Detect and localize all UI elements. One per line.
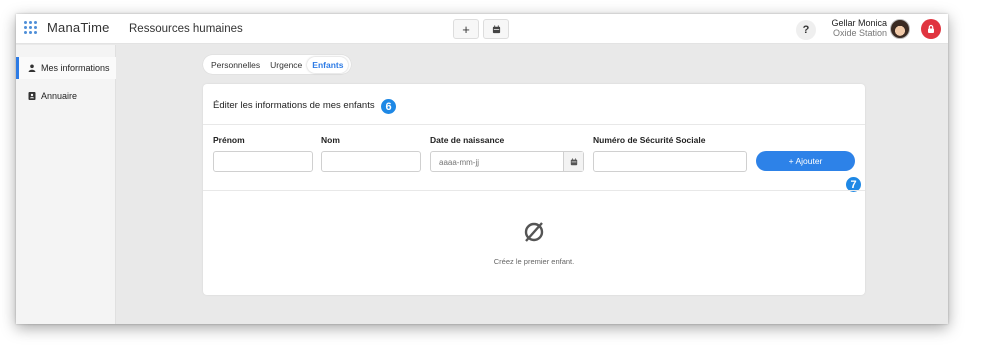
nom-label: Nom — [321, 135, 340, 145]
empty-state-text: Créez le premier enfant. — [493, 257, 575, 266]
tab-enfants[interactable]: Enfants — [307, 56, 349, 73]
step-badge-6: 6 — [380, 98, 397, 115]
tab-bar: Personnelles Urgence Enfants — [203, 55, 352, 74]
sidebar-item-label: Annuaire — [41, 91, 78, 101]
empty-set-icon — [522, 220, 546, 249]
divider — [203, 124, 865, 125]
app-window: ManaTime Ressources humaines + ? Gellar … — [16, 14, 948, 324]
prenom-field — [213, 151, 313, 172]
sidebar-item-mes-informations[interactable]: Mes informations — [16, 57, 116, 79]
date-input[interactable] — [431, 153, 583, 172]
sidebar: Mes informations Annuaire — [16, 45, 116, 324]
calendar-icon — [570, 157, 577, 165]
tab-personnelles[interactable]: Personnelles — [206, 57, 265, 73]
sidebar-item-label: Mes informations — [41, 63, 110, 73]
logo-text: ManaTime — [47, 20, 110, 35]
divider — [203, 190, 865, 191]
prenom-input[interactable] — [214, 153, 312, 172]
sidebar-item-annuaire[interactable]: Annuaire — [16, 85, 116, 107]
user-info[interactable]: Gellar Monica Oxide Station — [831, 18, 887, 38]
nom-input[interactable] — [322, 153, 420, 172]
add-child-button[interactable]: + Ajouter — [756, 151, 855, 171]
date-picker-button[interactable] — [563, 152, 583, 171]
quick-actions: + — [453, 19, 509, 39]
user-name: Gellar Monica — [831, 18, 887, 28]
calendar-button[interactable] — [483, 19, 509, 39]
logout-button[interactable] — [921, 19, 941, 39]
nss-input[interactable] — [594, 153, 746, 172]
prenom-label: Prénom — [213, 135, 245, 145]
logo-dots-icon — [24, 21, 37, 34]
user-company: Oxide Station — [832, 28, 887, 38]
avatar[interactable] — [890, 19, 910, 39]
user-icon — [28, 64, 36, 72]
contact-book-icon — [28, 92, 36, 100]
nom-field — [321, 151, 421, 172]
tab-urgence[interactable]: Urgence — [265, 57, 307, 73]
help-button[interactable]: ? — [796, 20, 816, 40]
children-card: Éditer les informations de mes enfants 6… — [203, 84, 865, 295]
nss-field — [593, 151, 747, 172]
module-title: Ressources humaines — [129, 23, 243, 35]
add-button[interactable]: + — [453, 19, 479, 39]
nss-label: Numéro de Sécurité Sociale — [593, 135, 706, 145]
date-label: Date de naissance — [430, 135, 505, 145]
card-title: Éditer les informations de mes enfants — [213, 100, 375, 111]
app-logo[interactable]: ManaTime — [24, 20, 110, 35]
date-field — [430, 151, 584, 172]
top-bar: ManaTime Ressources humaines + ? Gellar … — [16, 14, 948, 44]
calendar-icon — [492, 24, 500, 33]
logout-icon — [928, 24, 934, 33]
